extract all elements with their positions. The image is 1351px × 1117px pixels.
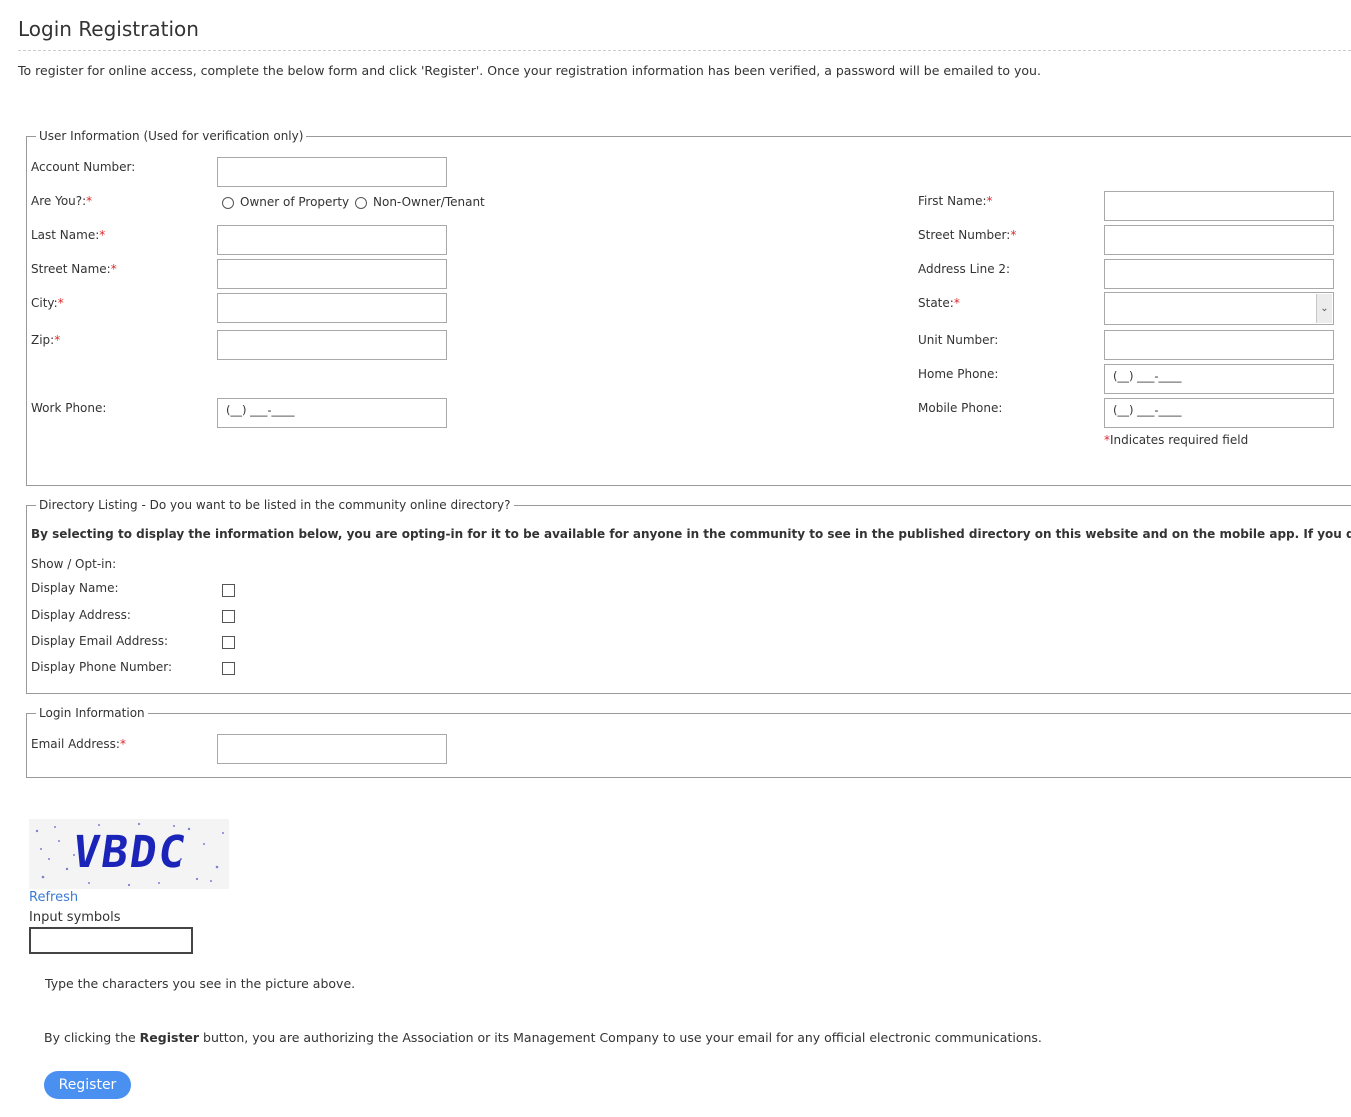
street-number-input[interactable]: [1104, 225, 1334, 255]
consent-bold: Register: [139, 1030, 200, 1045]
required-star: *: [86, 194, 93, 208]
first-name-text: First Name:: [918, 194, 987, 208]
required-note-text: Indicates required field: [1110, 433, 1249, 447]
last-name-label: Last Name:*: [31, 228, 105, 242]
city-text: City:: [31, 296, 58, 310]
zip-label: Zip:*: [31, 333, 60, 347]
captcha-image: VBDC: [29, 819, 229, 889]
show-optin-label: Show / Opt-in:: [31, 557, 117, 571]
required-star: *: [953, 296, 960, 310]
display-address-checkbox[interactable]: [222, 610, 235, 623]
email-label: Email Address:*: [31, 737, 126, 751]
required-star: *: [54, 333, 61, 347]
last-name-input[interactable]: [217, 225, 447, 255]
zip-input[interactable]: [217, 330, 447, 360]
display-phone-checkbox[interactable]: [222, 662, 235, 675]
user-info-legend: User Information (Used for verification …: [36, 129, 307, 143]
state-select[interactable]: ⌄: [1104, 292, 1334, 325]
display-name-label: Display Name:: [31, 581, 119, 595]
unit-number-input[interactable]: [1104, 330, 1334, 360]
required-note: *Indicates required field: [1104, 433, 1248, 447]
intro-text: To register for online access, complete …: [18, 63, 1041, 78]
street-name-input[interactable]: [217, 259, 447, 289]
account-number-input[interactable]: [217, 157, 447, 187]
display-name-checkbox[interactable]: [222, 584, 235, 597]
consent-text: By clicking the Register button, you are…: [44, 1030, 1042, 1045]
required-star: *: [99, 228, 106, 242]
street-number-label: Street Number:*: [918, 228, 1016, 242]
title-divider: [18, 50, 1351, 51]
display-phone-label: Display Phone Number:: [31, 660, 173, 674]
mobile-phone-label: Mobile Phone:: [918, 401, 1003, 415]
captcha-input[interactable]: [29, 927, 193, 954]
owner-radio-label[interactable]: Owner of Property: [240, 195, 349, 209]
home-phone-input[interactable]: (__) ___-____: [1104, 364, 1334, 394]
work-phone-label: Work Phone:: [31, 401, 107, 415]
email-text: Email Address:: [31, 737, 120, 751]
mobile-phone-input[interactable]: (__) ___-____: [1104, 398, 1334, 428]
street-name-label: Street Name:*: [31, 262, 117, 276]
first-name-label: First Name:*: [918, 194, 993, 208]
email-input[interactable]: [217, 734, 447, 764]
captcha-characters: VBDC: [69, 827, 191, 878]
required-star: *: [57, 296, 64, 310]
street-number-text: Street Number:: [918, 228, 1011, 242]
state-text: State:: [918, 296, 954, 310]
login-legend: Login Information: [36, 706, 148, 720]
captcha-instruction: Type the characters you see in the pictu…: [45, 976, 356, 991]
captcha-input-label: Input symbols: [29, 910, 121, 925]
address-line2-input[interactable]: [1104, 259, 1334, 289]
required-star: *: [1010, 228, 1017, 242]
display-email-label: Display Email Address:: [31, 634, 168, 648]
last-name-text: Last Name:: [31, 228, 100, 242]
zip-text: Zip:: [31, 333, 55, 347]
account-number-label: Account Number:: [31, 160, 136, 174]
work-phone-input[interactable]: (__) ___-____: [217, 398, 447, 428]
consent-suffix: button, you are authorizing the Associat…: [199, 1030, 1042, 1045]
display-address-label: Display Address:: [31, 608, 131, 622]
tenant-radio-label[interactable]: Non-Owner/Tenant: [373, 195, 485, 209]
owner-radio[interactable]: [222, 197, 234, 209]
home-phone-label: Home Phone:: [918, 367, 999, 381]
consent-prefix: By clicking the: [44, 1030, 140, 1045]
tenant-radio[interactable]: [355, 197, 367, 209]
city-label: City:*: [31, 296, 64, 310]
unit-number-label: Unit Number:: [918, 333, 999, 347]
required-star: *: [119, 737, 126, 751]
address-line2-label: Address Line 2:: [918, 262, 1011, 276]
captcha-refresh-link[interactable]: Refresh: [29, 890, 78, 905]
first-name-input[interactable]: [1104, 191, 1334, 221]
are-you-text: Are You?:: [31, 194, 87, 208]
city-input[interactable]: [217, 293, 447, 323]
state-label: State:*: [918, 296, 960, 310]
required-star: *: [986, 194, 993, 208]
page-title: Login Registration: [18, 17, 199, 41]
register-button[interactable]: Register: [44, 1071, 131, 1099]
chevron-down-icon[interactable]: ⌄: [1316, 294, 1332, 323]
directory-notice: By selecting to display the information …: [31, 527, 1351, 541]
are-you-label: Are You?:*: [31, 194, 92, 208]
required-star: *: [110, 262, 117, 276]
directory-legend: Directory Listing - Do you want to be li…: [36, 498, 514, 512]
display-email-checkbox[interactable]: [222, 636, 235, 649]
street-name-text: Street Name:: [31, 262, 111, 276]
